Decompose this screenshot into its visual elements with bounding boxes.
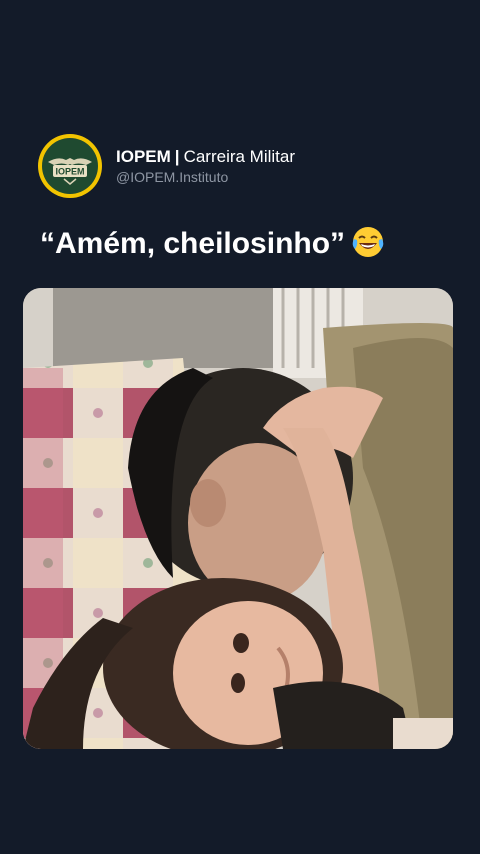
account-subtitle: Carreira Militar: [183, 147, 296, 166]
svg-text:IOPEM: IOPEM: [55, 167, 84, 177]
account-handle[interactable]: @IOPEM.Instituto: [116, 169, 295, 185]
caption-text: “Amém, cheilosinho”: [40, 227, 346, 260]
avatar[interactable]: IOPEM: [38, 134, 102, 198]
iopem-logo-icon: IOPEM: [42, 138, 98, 194]
name-separator: |: [174, 147, 180, 166]
tweet-header: IOPEM IOPEM | Carreira Militar @IOPEM.Inst…: [38, 134, 295, 198]
tweet-caption: “Amém, cheilosinho”: [40, 224, 385, 270]
face-with-tears-of-joy-icon: [351, 225, 385, 270]
tweet-photo[interactable]: [23, 288, 453, 749]
account-name: IOPEM: [116, 147, 171, 166]
display-name[interactable]: IOPEM | Carreira Militar: [116, 147, 295, 167]
